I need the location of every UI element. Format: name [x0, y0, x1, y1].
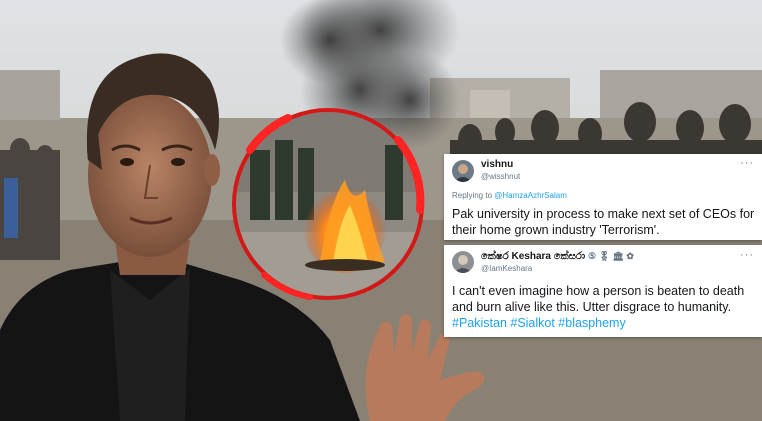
- more-dots-icon[interactable]: ···: [740, 249, 754, 261]
- tweet-text: I can't even imagine how a person is bea…: [452, 283, 757, 331]
- avatar[interactable]: [452, 251, 474, 273]
- handle[interactable]: @wisshnut: [481, 172, 520, 181]
- replying-prefix: Replying to: [452, 191, 493, 200]
- display-name[interactable]: vishnu: [481, 159, 513, 170]
- avatar-image: [452, 251, 474, 273]
- display-name[interactable]: කේෂර Keshara කේසරා ⑤ 🎖 🏛 ✿: [481, 251, 634, 262]
- avatar[interactable]: [452, 160, 474, 182]
- replying-to: Replying to @HamzaAzhrSalam: [452, 191, 567, 200]
- tweet-text: Pak university in process to make next s…: [452, 207, 755, 237]
- avatar-image: [452, 160, 474, 182]
- replying-to-link[interactable]: @HamzaAzhrSalam: [494, 191, 567, 200]
- hashtags[interactable]: #Pakistan #Sialkot #blasphemy: [452, 316, 626, 330]
- more-dots-icon[interactable]: ···: [740, 157, 754, 169]
- tweet-body: I can't even imagine how a person is bea…: [452, 284, 745, 314]
- display-name-text: කේෂර Keshara කේසරා: [481, 251, 586, 262]
- handle[interactable]: @IamKeshara: [481, 264, 532, 273]
- name-badges: ⑤ 🎖 🏛 ✿: [588, 251, 634, 261]
- news-photo-collage: vishnu @wisshnut ··· Replying to @HamzaA…: [0, 0, 762, 421]
- tweet-card[interactable]: vishnu @wisshnut ··· Replying to @HamzaA…: [444, 154, 762, 240]
- tweet-card[interactable]: කේෂර Keshara කේසරා ⑤ 🎖 🏛 ✿ @IamKeshara ·…: [444, 245, 762, 337]
